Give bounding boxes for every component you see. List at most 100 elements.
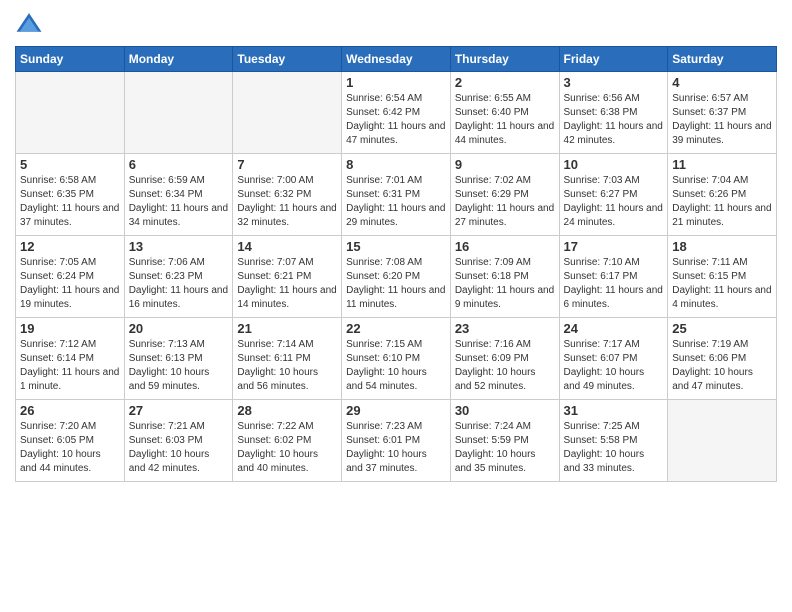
calendar-cell: 29Sunrise: 7:23 AM Sunset: 6:01 PM Dayli… [342, 400, 451, 482]
day-number: 21 [237, 321, 337, 336]
week-row-4: 19 Sunrise: 7:12 AM Sunset: 6:14 PM Dayli… [16, 318, 777, 400]
calendar-cell: 1 Sunrise: 6:54 AM Sunset: 6:42 PM Daylig… [342, 72, 451, 154]
calendar-cell: 21 Sunrise: 7:14 AM Sunset: 6:11 PM Dayli… [233, 318, 342, 400]
calendar-cell: 31 Sunrise: 7:25 AM Sunset: 5:58 PM Dayli… [559, 400, 668, 482]
day-number: 22 [346, 321, 446, 336]
calendar-cell: 30 Sunrise: 7:24 AM Sunset: 5:59 PM Dayli… [450, 400, 559, 482]
day-number: 13 [129, 239, 229, 254]
calendar-cell: 6 Sunrise: 6:59 AM Sunset: 6:34 PM Daylig… [124, 154, 233, 236]
calendar-cell: 20Sunrise: 7:13 AM Sunset: 6:13 PM Dayli… [124, 318, 233, 400]
day-info: Sunrise: 7:00 AM Sunset: 6:32 PM Dayligh… [237, 174, 337, 230]
day-info: Sunrise: 7:23 AM Sunset: 6:01 PM Dayligh… [346, 420, 446, 476]
calendar-cell: 7Sunrise: 7:00 AM Sunset: 6:32 PM Daylig… [233, 154, 342, 236]
calendar-cell: 5 Sunrise: 6:58 AM Sunset: 6:35 PM Daylig… [16, 154, 125, 236]
day-number: 2 [455, 75, 555, 90]
column-header-wednesday: Wednesday [342, 47, 451, 72]
day-info: Sunrise: 6:58 AM Sunset: 6:35 PM Dayligh… [20, 174, 120, 230]
day-number: 26 [20, 403, 120, 418]
calendar-cell: 27 Sunrise: 7:21 AM Sunset: 6:03 PM Dayli… [124, 400, 233, 482]
day-info: Sunrise: 7:10 AM Sunset: 6:17 PM Dayligh… [564, 256, 664, 312]
week-row-1: 1 Sunrise: 6:54 AM Sunset: 6:42 PM Daylig… [16, 72, 777, 154]
header [15, 10, 777, 38]
day-info: Sunrise: 6:55 AM Sunset: 6:40 PM Dayligh… [455, 92, 555, 148]
day-info: Sunrise: 7:13 AM Sunset: 6:13 PM Dayligh… [129, 338, 229, 394]
week-row-5: 26 Sunrise: 7:20 AM Sunset: 6:05 PM Dayli… [16, 400, 777, 482]
day-number: 16 [455, 239, 555, 254]
day-info: Sunrise: 6:59 AM Sunset: 6:34 PM Dayligh… [129, 174, 229, 230]
calendar-cell: 10 Sunrise: 7:03 AM Sunset: 6:27 PM Dayli… [559, 154, 668, 236]
calendar-cell: 23Sunrise: 7:16 AM Sunset: 6:09 PM Dayli… [450, 318, 559, 400]
day-number: 23 [455, 321, 555, 336]
day-number: 1 [346, 75, 446, 90]
calendar-cell: 13 Sunrise: 7:06 AM Sunset: 6:23 PM Dayli… [124, 236, 233, 318]
calendar-cell: 11 Sunrise: 7:04 AM Sunset: 6:26 PM Dayli… [668, 154, 777, 236]
day-info: Sunrise: 7:02 AM Sunset: 6:29 PM Dayligh… [455, 174, 555, 230]
day-number: 10 [564, 157, 664, 172]
column-header-friday: Friday [559, 47, 668, 72]
day-info: Sunrise: 7:20 AM Sunset: 6:05 PM Dayligh… [20, 420, 120, 476]
day-number: 30 [455, 403, 555, 418]
week-row-2: 5 Sunrise: 6:58 AM Sunset: 6:35 PM Daylig… [16, 154, 777, 236]
day-info: Sunrise: 7:03 AM Sunset: 6:27 PM Dayligh… [564, 174, 664, 230]
day-number: 12 [20, 239, 120, 254]
calendar-cell: 2 Sunrise: 6:55 AM Sunset: 6:40 PM Daylig… [450, 72, 559, 154]
header-row: SundayMondayTuesdayWednesdayThursdayFrid… [16, 47, 777, 72]
day-info: Sunrise: 6:56 AM Sunset: 6:38 PM Dayligh… [564, 92, 664, 148]
day-info: Sunrise: 7:19 AM Sunset: 6:06 PM Dayligh… [672, 338, 772, 394]
calendar-cell: 4Sunrise: 6:57 AM Sunset: 6:37 PM Daylig… [668, 72, 777, 154]
calendar-cell: 16 Sunrise: 7:09 AM Sunset: 6:18 PM Dayli… [450, 236, 559, 318]
day-number: 31 [564, 403, 664, 418]
calendar-cell: 15Sunrise: 7:08 AM Sunset: 6:20 PM Dayli… [342, 236, 451, 318]
calendar-cell: 8Sunrise: 7:01 AM Sunset: 6:31 PM Daylig… [342, 154, 451, 236]
day-number: 14 [237, 239, 337, 254]
column-header-saturday: Saturday [668, 47, 777, 72]
day-number: 6 [129, 157, 229, 172]
logo [15, 10, 47, 38]
calendar-cell: 12 Sunrise: 7:05 AM Sunset: 6:24 PM Dayli… [16, 236, 125, 318]
calendar-cell [124, 72, 233, 154]
calendar-cell: 17 Sunrise: 7:10 AM Sunset: 6:17 PM Dayli… [559, 236, 668, 318]
day-number: 9 [455, 157, 555, 172]
calendar-cell: 9 Sunrise: 7:02 AM Sunset: 6:29 PM Daylig… [450, 154, 559, 236]
day-number: 28 [237, 403, 337, 418]
logo-icon [15, 10, 43, 38]
column-header-sunday: Sunday [16, 47, 125, 72]
day-number: 5 [20, 157, 120, 172]
calendar-cell: 19 Sunrise: 7:12 AM Sunset: 6:14 PM Dayli… [16, 318, 125, 400]
calendar-cell: 28Sunrise: 7:22 AM Sunset: 6:02 PM Dayli… [233, 400, 342, 482]
calendar-cell: 26 Sunrise: 7:20 AM Sunset: 6:05 PM Dayli… [16, 400, 125, 482]
day-info: Sunrise: 6:54 AM Sunset: 6:42 PM Dayligh… [346, 92, 446, 148]
day-info: Sunrise: 6:57 AM Sunset: 6:37 PM Dayligh… [672, 92, 772, 148]
calendar-cell [668, 400, 777, 482]
day-number: 15 [346, 239, 446, 254]
day-info: Sunrise: 7:14 AM Sunset: 6:11 PM Dayligh… [237, 338, 337, 394]
column-header-thursday: Thursday [450, 47, 559, 72]
calendar-cell: 22 Sunrise: 7:15 AM Sunset: 6:10 PM Dayli… [342, 318, 451, 400]
day-info: Sunrise: 7:06 AM Sunset: 6:23 PM Dayligh… [129, 256, 229, 312]
day-number: 27 [129, 403, 229, 418]
day-info: Sunrise: 7:11 AM Sunset: 6:15 PM Dayligh… [672, 256, 772, 312]
day-number: 3 [564, 75, 664, 90]
page: SundayMondayTuesdayWednesdayThursdayFrid… [0, 0, 792, 612]
calendar-cell: 24Sunrise: 7:17 AM Sunset: 6:07 PM Dayli… [559, 318, 668, 400]
day-number: 17 [564, 239, 664, 254]
day-info: Sunrise: 7:25 AM Sunset: 5:58 PM Dayligh… [564, 420, 664, 476]
day-info: Sunrise: 7:12 AM Sunset: 6:14 PM Dayligh… [20, 338, 120, 394]
day-info: Sunrise: 7:07 AM Sunset: 6:21 PM Dayligh… [237, 256, 337, 312]
calendar-cell: 14 Sunrise: 7:07 AM Sunset: 6:21 PM Dayli… [233, 236, 342, 318]
calendar-cell: 25 Sunrise: 7:19 AM Sunset: 6:06 PM Dayli… [668, 318, 777, 400]
day-info: Sunrise: 7:24 AM Sunset: 5:59 PM Dayligh… [455, 420, 555, 476]
day-info: Sunrise: 7:05 AM Sunset: 6:24 PM Dayligh… [20, 256, 120, 312]
day-info: Sunrise: 7:15 AM Sunset: 6:10 PM Dayligh… [346, 338, 446, 394]
day-info: Sunrise: 7:04 AM Sunset: 6:26 PM Dayligh… [672, 174, 772, 230]
calendar: SundayMondayTuesdayWednesdayThursdayFrid… [15, 46, 777, 482]
day-info: Sunrise: 7:21 AM Sunset: 6:03 PM Dayligh… [129, 420, 229, 476]
column-header-tuesday: Tuesday [233, 47, 342, 72]
day-number: 25 [672, 321, 772, 336]
calendar-cell [233, 72, 342, 154]
day-number: 11 [672, 157, 772, 172]
day-info: Sunrise: 7:09 AM Sunset: 6:18 PM Dayligh… [455, 256, 555, 312]
day-info: Sunrise: 7:01 AM Sunset: 6:31 PM Dayligh… [346, 174, 446, 230]
day-number: 19 [20, 321, 120, 336]
day-number: 18 [672, 239, 772, 254]
